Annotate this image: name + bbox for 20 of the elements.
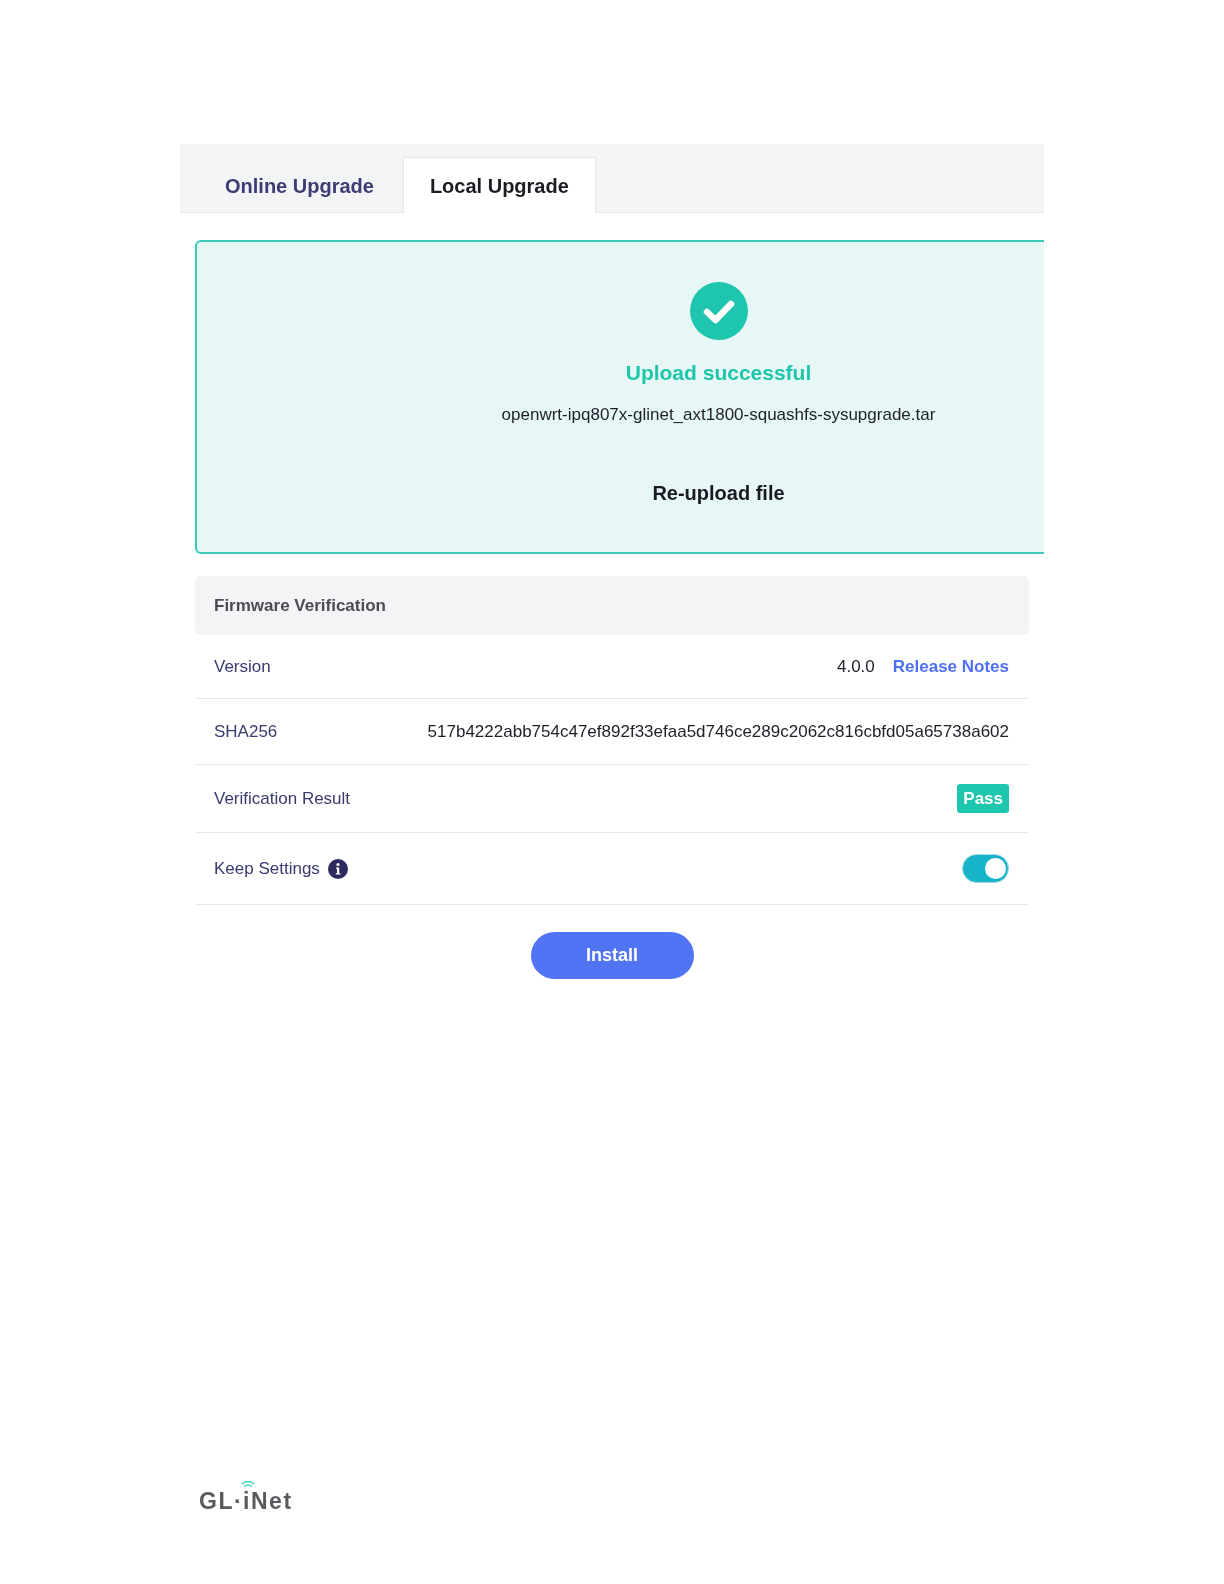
row-label: Version	[214, 655, 271, 678]
file-name: openwrt-ipq807x-glinet_axt1800-squashfs-sysupgrade.tar	[501, 404, 936, 426]
row-value: 4.0.0	[836, 655, 875, 678]
logo-text: GL·iNet	[199, 1487, 293, 1515]
row-label: Verification Result	[214, 787, 351, 810]
row-value: 517b4222abb754c47ef892f33efaa5d746ce289c2062c816cbfd05a65738a602	[427, 720, 1009, 743]
install-button[interactable]: Install	[530, 932, 694, 979]
row-label: Keep Settings	[214, 857, 320, 880]
tab[interactable]: Online Upgrade	[180, 157, 403, 213]
info-icon[interactable]	[327, 858, 348, 879]
row-label: SHA256	[214, 720, 278, 743]
status-badge: Pass	[957, 784, 1009, 813]
toggle-switch[interactable]	[962, 854, 1009, 883]
check-circle-icon	[689, 282, 748, 340]
section-header: Firmware Verification	[195, 576, 1029, 635]
release-notes-link[interactable]: Release Notes	[892, 653, 1009, 680]
tab[interactable]: Local Upgrade	[402, 157, 596, 213]
wifi-icon	[241, 1481, 255, 1489]
reupload-button[interactable]: Re-upload file	[652, 479, 785, 507]
upload-status: Upload successful	[625, 360, 812, 386]
